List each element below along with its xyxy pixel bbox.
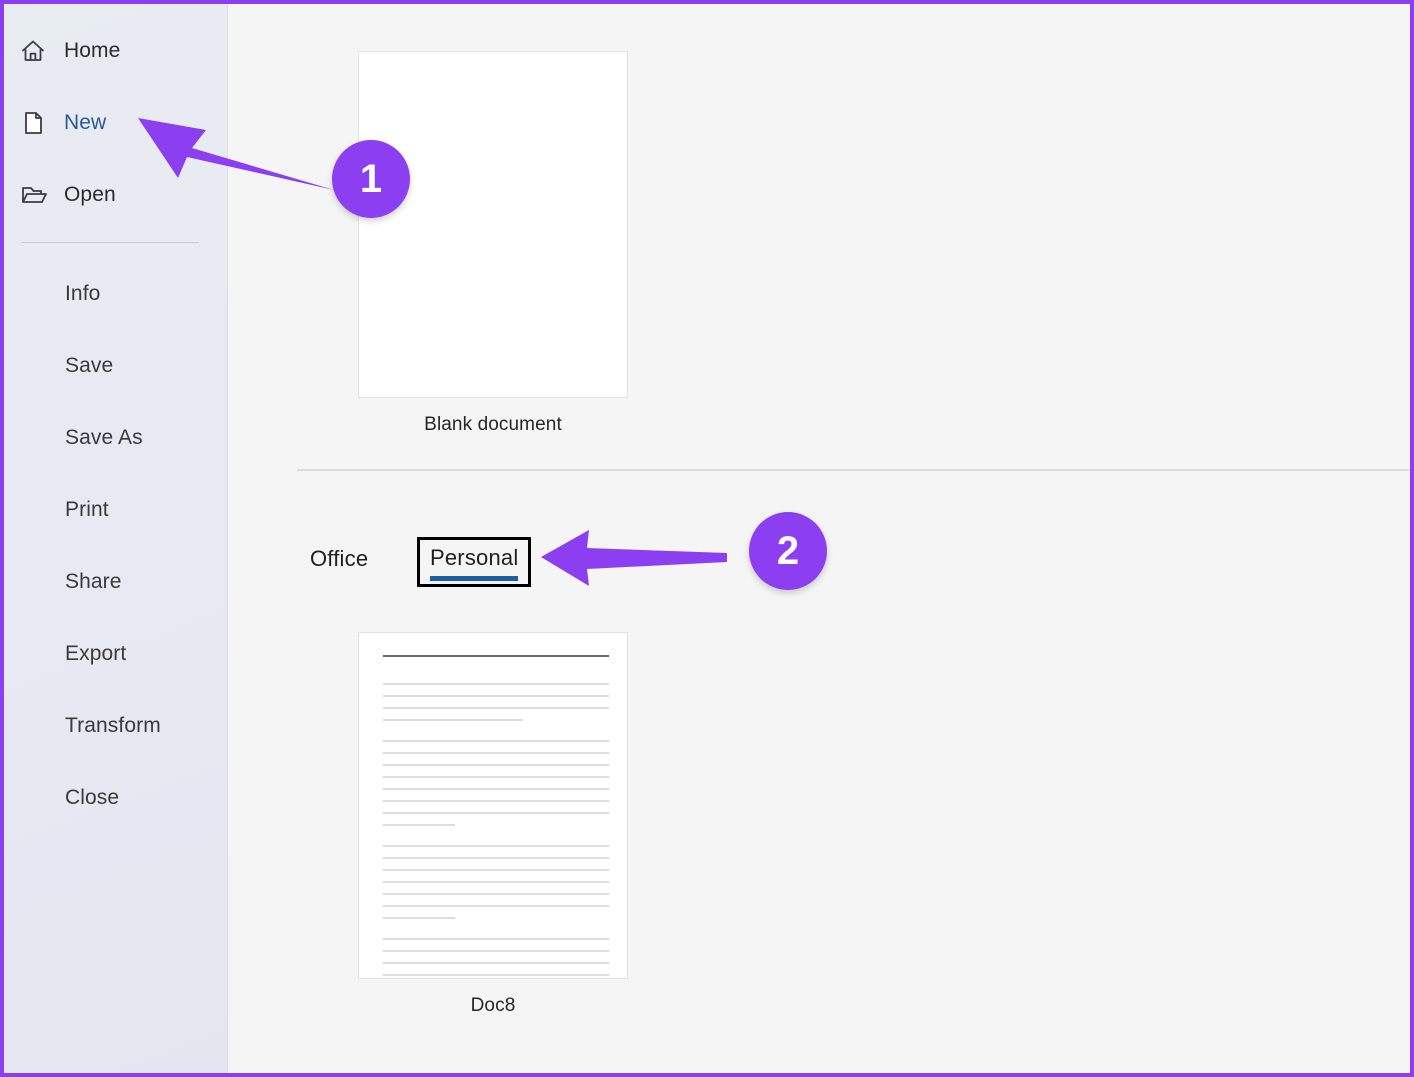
template-card-doc8[interactable]: Doc8 — [358, 632, 628, 1017]
sidebar-item-label: Save As — [65, 426, 143, 449]
doc-line — [383, 905, 609, 907]
doc8-page-preview — [383, 655, 609, 978]
doc-line — [383, 938, 609, 940]
template-label: Blank document — [424, 414, 562, 435]
doc-line — [383, 845, 609, 847]
doc-line — [383, 962, 609, 964]
sidebar-item-share[interactable]: Share — [4, 560, 228, 604]
doc-line — [383, 950, 609, 952]
doc8-thumbnail[interactable] — [358, 632, 628, 979]
sidebar-item-label: Save — [65, 354, 114, 377]
sidebar-item-save[interactable]: Save — [4, 344, 228, 388]
section-divider — [297, 469, 1410, 471]
home-icon — [20, 38, 54, 64]
doc-line — [383, 917, 456, 919]
doc-line — [383, 857, 609, 859]
sidebar-item-open[interactable]: Open — [4, 171, 228, 219]
sidebar-item-label: Transform — [65, 714, 161, 737]
doc-line — [383, 764, 609, 766]
doc-line — [383, 788, 609, 790]
tab-personal[interactable]: Personal — [417, 537, 532, 587]
sidebar-item-label: Share — [65, 570, 122, 593]
annotation-badge-1: 1 — [332, 140, 410, 218]
annotation-badge-2: 2 — [749, 512, 827, 590]
template-label: Doc8 — [470, 995, 516, 1016]
doc-line — [383, 740, 609, 742]
tab-office[interactable]: Office — [310, 546, 368, 572]
sidebar-item-print[interactable]: Print — [4, 488, 228, 532]
doc-line — [383, 881, 609, 883]
doc-line — [383, 707, 609, 709]
sidebar-item-label: Print — [65, 498, 109, 521]
doc-line — [383, 719, 524, 721]
doc-line — [383, 752, 609, 754]
sidebar-item-label: Close — [65, 786, 120, 809]
sidebar-item-label: Export — [65, 642, 127, 665]
blank-document-thumbnail[interactable] — [358, 51, 628, 398]
backstage-sidebar: Home New Open Info Save Save As Print Sh… — [4, 4, 228, 1073]
tab-label: Office — [310, 546, 369, 571]
sidebar-item-save-as[interactable]: Save As — [4, 416, 228, 460]
sidebar-item-transform[interactable]: Transform — [4, 704, 228, 748]
sidebar-item-label: Home — [64, 39, 121, 62]
tab-selected-underline — [430, 576, 519, 581]
sidebar-item-label: New — [64, 111, 107, 134]
sidebar-item-home[interactable]: Home — [4, 27, 228, 75]
doc-line — [383, 812, 609, 814]
doc-paragraph — [383, 938, 609, 978]
sidebar-item-export[interactable]: Export — [4, 632, 228, 676]
doc-line — [383, 824, 456, 826]
doc-header-rule — [383, 655, 609, 657]
doc-line — [383, 893, 609, 895]
doc-line — [383, 869, 609, 871]
doc-line — [383, 974, 609, 976]
sidebar-item-label: Open — [64, 183, 116, 206]
doc-paragraph — [383, 845, 609, 919]
open-folder-icon — [20, 182, 54, 208]
template-card-blank-document[interactable]: Blank document — [358, 51, 628, 436]
badge-number: 1 — [359, 156, 383, 201]
doc-paragraph — [383, 740, 609, 826]
sidebar-item-label: Info — [65, 282, 101, 305]
sidebar-divider — [22, 242, 199, 243]
badge-number: 2 — [776, 528, 800, 573]
sidebar-item-info[interactable]: Info — [4, 272, 228, 316]
tab-label: Personal — [430, 545, 519, 570]
new-document-icon — [20, 110, 54, 136]
sidebar-item-new[interactable]: New — [4, 99, 228, 147]
application-window: Home New Open Info Save Save As Print Sh… — [0, 0, 1414, 1077]
doc-line — [383, 683, 609, 685]
doc-line — [383, 800, 609, 802]
doc-paragraph — [383, 683, 609, 721]
sidebar-item-close[interactable]: Close — [4, 776, 228, 820]
doc-line — [383, 695, 609, 697]
doc-line — [383, 776, 609, 778]
